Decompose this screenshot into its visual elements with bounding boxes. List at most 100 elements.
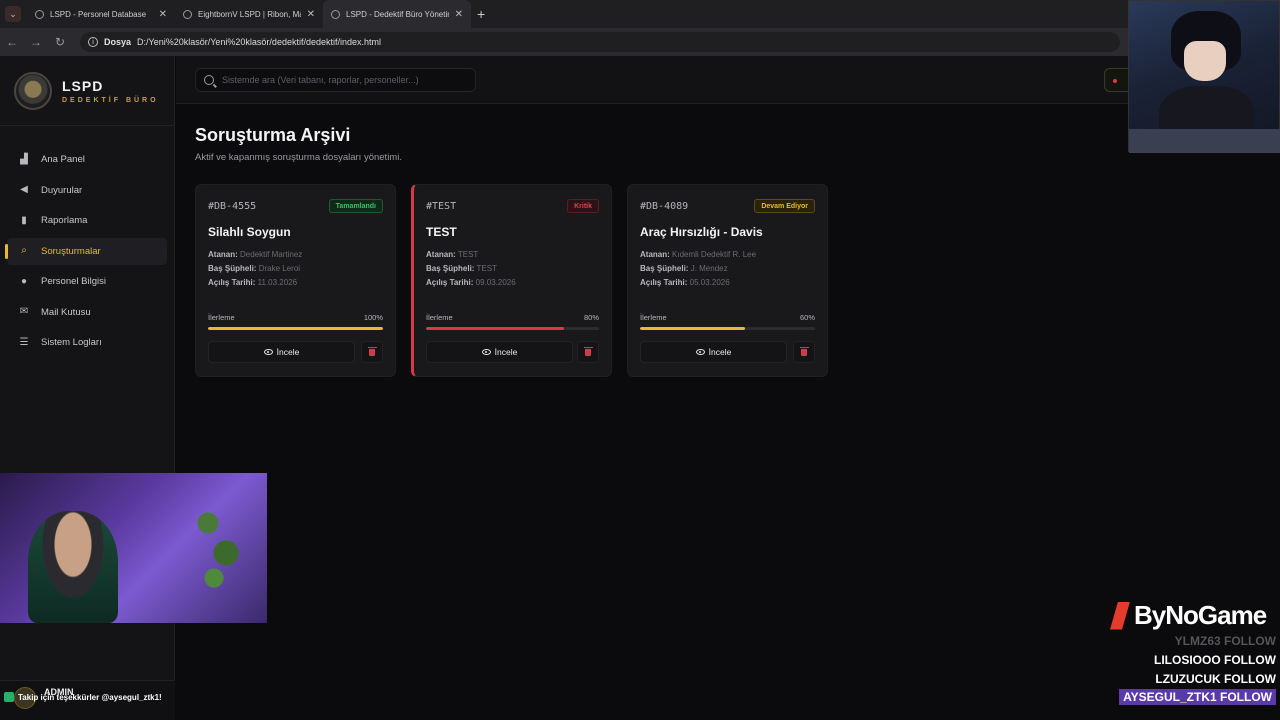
address-bar-row: ← → ↻ i Dosya D:/Yeni%20klasör/Yeni%20kl… <box>0 28 1280 56</box>
status-badge: Devam Ediyor <box>754 199 815 213</box>
url-field[interactable]: i Dosya D:/Yeni%20klasör/Yeni%20klasör/d… <box>80 32 1120 52</box>
case-title: Silahlı Soygun <box>208 225 291 239</box>
info-icon[interactable]: i <box>88 37 98 47</box>
webcam-feed <box>0 473 267 623</box>
envelope-icon: ✉ <box>19 306 29 317</box>
case-suspect: Baş Şüpheli: Drake Leroi <box>208 264 300 273</box>
browser-tab-strip: ⌄ LSPD - Personel Database ✕ EightbornV … <box>0 0 1280 28</box>
field-value: 09.03.2026 <box>475 278 516 287</box>
sidebar-item-personel-bilgisi[interactable]: ● Personel Bilgisi <box>7 268 167 295</box>
field-value: Drake Leroi <box>258 264 301 273</box>
page-subtitle: Aktif ve kapanmış soruşturma dosyaları y… <box>195 152 402 163</box>
field-value: J. Mendez <box>690 264 728 273</box>
case-card: #DB-4089 Devam Ediyor Araç Hırsızlığı - … <box>627 184 828 377</box>
users-icon: ● <box>20 275 28 287</box>
search-icon: ⌕ <box>21 245 27 256</box>
sidebar-menu: ▟ Ana Panel ◀ Duyurular ▮ Raporlama ⌕ So… <box>0 126 174 356</box>
eye-icon <box>263 349 273 355</box>
progress-bar <box>640 327 815 330</box>
delete-button[interactable] <box>577 341 599 363</box>
progress-fill <box>426 327 565 330</box>
sidebar-item-sistem-loglari[interactable]: ☰ Sistem Logları <box>7 329 167 356</box>
tab-title: LSPD - Dedektif Büro Yönetim P <box>346 9 449 19</box>
chart-icon: ▟ <box>20 153 28 165</box>
status-badge: Tamamlandı <box>328 199 383 213</box>
field-value: 11.03.2026 <box>257 278 298 287</box>
trash-icon <box>583 346 593 356</box>
field-label: Baş Şüpheli: <box>640 264 689 273</box>
sidebar-item-label: Raporlama <box>41 215 88 226</box>
sidebar-item-raporlama[interactable]: ▮ Raporlama <box>7 207 167 234</box>
close-tab-icon[interactable]: ✕ <box>307 9 315 20</box>
case-suspect: Baş Şüpheli: J. Mendez <box>640 264 728 273</box>
search-box[interactable] <box>195 68 476 92</box>
field-value: Kıdemli Dedektif R. Lee <box>672 250 757 259</box>
view-button[interactable]: İncele <box>208 341 355 363</box>
delete-button[interactable] <box>361 341 383 363</box>
avatar-face-shape <box>1184 41 1226 81</box>
sponsor-mark-icon <box>1110 601 1130 630</box>
search-input[interactable] <box>222 75 462 85</box>
globe-icon <box>35 9 44 19</box>
page-title: Soruşturma Arşivi <box>195 125 351 145</box>
sidebar-item-ana-panel[interactable]: ▟ Ana Panel <box>7 146 167 173</box>
case-id: #TEST <box>426 201 457 212</box>
progress-label: İlerleme <box>208 313 235 322</box>
sidebar-item-mail-kutusu[interactable]: ✉ Mail Kutusu <box>7 299 167 326</box>
trash-icon <box>367 346 377 356</box>
view-button-label: İncele <box>708 347 732 357</box>
tab-search-button[interactable]: ⌄ <box>5 6 21 22</box>
field-label: Baş Şüpheli: <box>426 264 475 273</box>
new-tab-button[interactable]: + <box>477 6 485 22</box>
sidebar-item-duyurular[interactable]: ◀ Duyurular <box>7 177 167 204</box>
field-label: Atanan: <box>640 250 670 259</box>
field-value: 05.03.2026 <box>689 278 730 287</box>
field-value: TEST <box>457 250 479 259</box>
field-value: Dedektif Martinez <box>240 250 303 259</box>
case-title: Araç Hırsızlığı - Davis <box>640 225 763 239</box>
globe-icon <box>331 9 340 19</box>
view-button[interactable]: İncele <box>640 341 787 363</box>
megaphone-icon: ◀ <box>20 184 28 195</box>
sidebar-item-label: Duyurular <box>41 184 83 196</box>
chat-platform-icon <box>4 692 14 702</box>
tab-title: LSPD - Personel Database <box>50 9 147 19</box>
topbar <box>176 56 1280 104</box>
case-opened: Açılış Tarihi: 05.03.2026 <box>640 278 730 287</box>
progress-bar <box>426 327 599 330</box>
view-button[interactable]: İncele <box>426 341 573 363</box>
case-assigned: Atanan: Kıdemli Dedektif R. Lee <box>640 250 756 259</box>
browser-tab-1[interactable]: LSPD - Personel Database ✕ <box>27 0 175 28</box>
view-button-label: İncele <box>494 347 518 357</box>
reload-icon[interactable]: ↻ <box>48 35 72 49</box>
sponsor-logo: ByNoGame <box>1110 600 1267 631</box>
follow-alert: YLMZ63 FOLLOW <box>1174 634 1276 648</box>
progress-bar <box>208 327 383 330</box>
eye-icon <box>695 349 705 355</box>
globe-icon <box>183 9 192 19</box>
brand-title: LSPD <box>62 77 104 94</box>
brand: LSPD DEDEKTİF BÜRO <box>0 56 174 126</box>
close-tab-icon[interactable]: ✕ <box>159 9 167 20</box>
delete-button[interactable] <box>793 341 815 363</box>
sidebar-item-sorusturmalar[interactable]: ⌕ Soruşturmalar <box>5 237 167 265</box>
case-id: #DB-4555 <box>208 201 257 212</box>
sidebar-item-label: Soruşturmalar <box>41 245 101 257</box>
sidebar-item-label: Mail Kutusu <box>41 306 91 318</box>
field-value: TEST <box>476 264 497 273</box>
close-tab-icon[interactable]: ✕ <box>455 9 463 20</box>
back-arrow-icon[interactable]: ← <box>0 35 24 49</box>
browser-tab-3[interactable]: LSPD - Dedektif Büro Yönetim P ✕ <box>323 0 471 28</box>
case-assigned: Atanan: TEST <box>426 250 478 259</box>
field-label: Atanan: <box>208 250 238 259</box>
trash-icon <box>799 346 809 356</box>
browser-tab-2[interactable]: EightbornV LSPD | Ribon, Madi ✕ <box>175 0 323 28</box>
forward-arrow-icon[interactable]: → <box>24 35 48 49</box>
sidebar-item-label: Sistem Logları <box>41 337 102 348</box>
progress-value: 80% <box>583 313 599 322</box>
brand-subtitle: DEDEKTİF BÜRO <box>62 96 159 104</box>
streamer-avatar-artwork <box>1128 0 1280 153</box>
case-suspect: Baş Şüpheli: TEST <box>426 264 497 273</box>
field-label: Baş Şüpheli: <box>208 264 257 273</box>
view-button-label: İncele <box>276 347 300 357</box>
